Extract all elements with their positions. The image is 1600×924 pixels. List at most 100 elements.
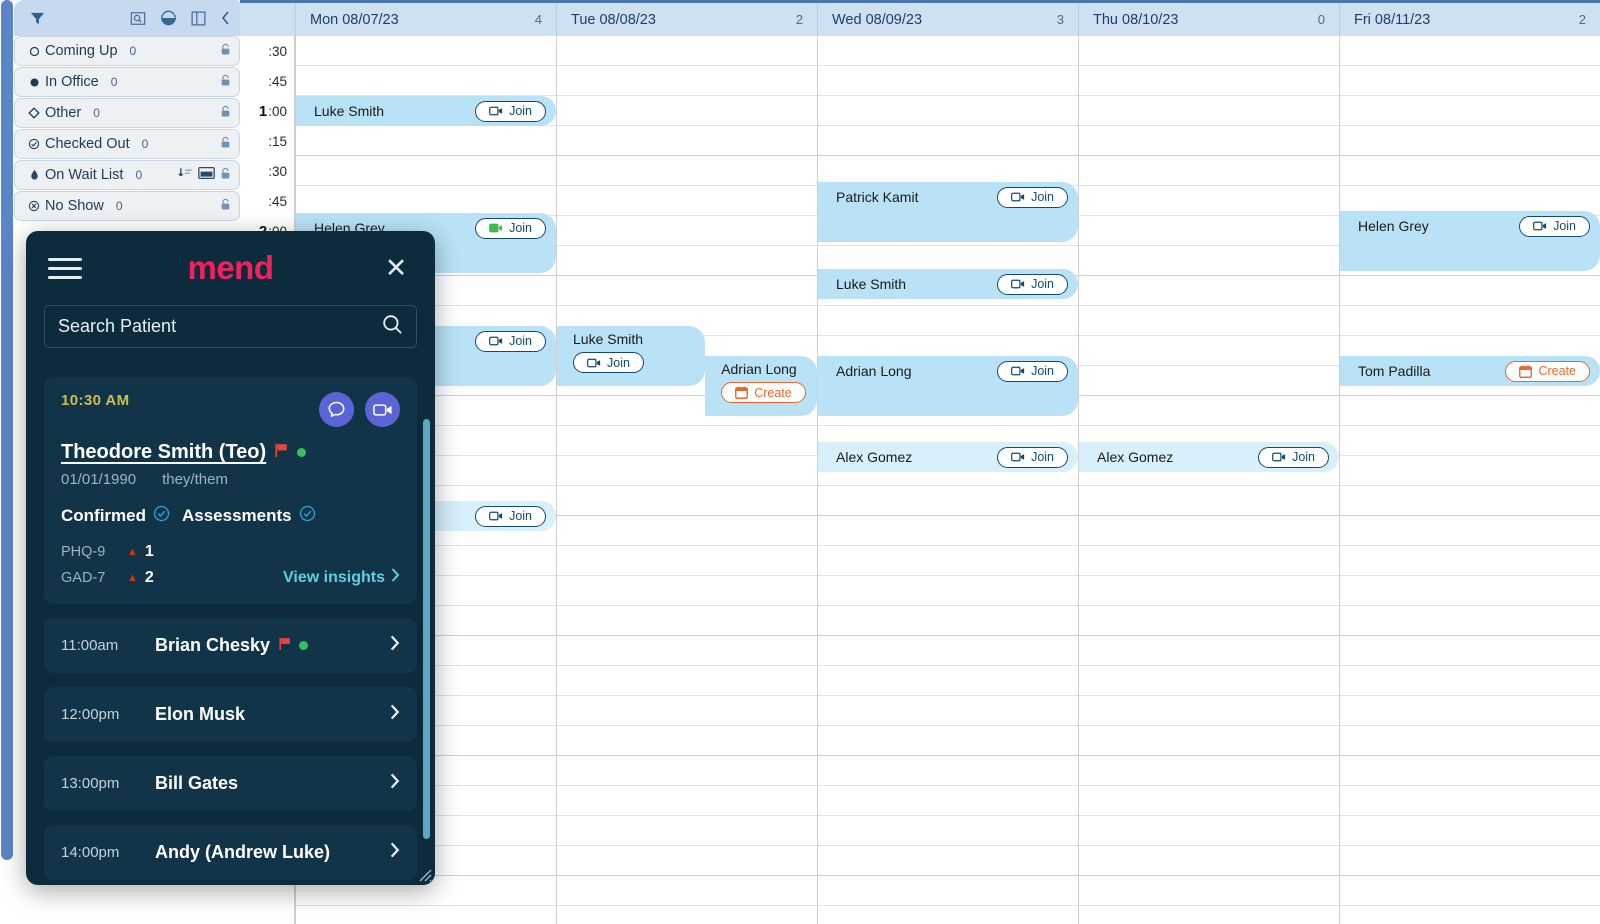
lock-icon[interactable] — [220, 167, 231, 184]
time-slot-label: :30 — [240, 156, 294, 186]
lock-icon[interactable] — [220, 136, 231, 153]
grid-line — [557, 636, 817, 666]
day-header-mon[interactable]: Mon 08/07/23 4 — [295, 3, 556, 36]
search-patient-field[interactable] — [44, 305, 417, 348]
grid-line — [1079, 606, 1339, 636]
list-item[interactable]: 13:00pm Bill Gates — [44, 756, 417, 811]
grid-line — [818, 516, 1078, 546]
create-button[interactable]: Create — [1505, 360, 1590, 382]
lock-icon[interactable] — [220, 198, 231, 215]
sidebar-item-label: Checked Out — [45, 136, 130, 152]
calendar-event[interactable]: Luke Smith Join — [557, 326, 706, 386]
join-button[interactable]: Join — [997, 186, 1068, 208]
chevron-right-icon[interactable] — [390, 842, 400, 864]
day-column-wed[interactable]: Patrick Kamit Join Luke Smith Join Adrian Lo… — [817, 36, 1078, 924]
list-item[interactable]: 12:00pm Elon Musk — [44, 687, 417, 742]
half-circle-icon[interactable] — [160, 10, 177, 26]
collapse-sidebar-button[interactable] — [212, 11, 240, 25]
grid-line — [1340, 786, 1600, 816]
day-header-tue[interactable]: Tue 08/08/23 2 — [556, 3, 817, 36]
join-button[interactable]: Join — [997, 360, 1068, 382]
hamburger-icon[interactable] — [48, 257, 82, 279]
close-icon[interactable]: ✕ — [379, 254, 413, 282]
sidebar-item-in-office[interactable]: In Office 0 — [14, 67, 240, 97]
join-button[interactable]: Join — [573, 352, 644, 373]
sidebar-item-no-show[interactable]: No Show 0 — [14, 191, 240, 221]
search-icon[interactable] — [382, 314, 403, 340]
sort-icon[interactable] — [178, 167, 193, 183]
day-header-fri[interactable]: Fri 08/11/23 2 — [1339, 3, 1600, 36]
day-header-thu[interactable]: Thu 08/10/23 0 — [1078, 3, 1339, 36]
list-item[interactable]: 11:00am Brian Chesky — [44, 618, 417, 673]
calendar-event[interactable]: Adrian Long Join — [818, 356, 1078, 416]
lock-icon[interactable] — [220, 105, 231, 122]
join-button[interactable]: Join — [997, 273, 1068, 295]
chevron-right-icon[interactable] — [390, 773, 400, 795]
status-list: Coming Up 0 In Office 0 Other 0 Checked … — [14, 36, 240, 222]
grid-line — [1079, 306, 1339, 336]
screen-icon[interactable] — [198, 166, 215, 183]
search-box-icon[interactable] — [130, 11, 146, 26]
grid-line — [1340, 606, 1600, 636]
calendar-event[interactable]: Helen Grey Join — [1340, 211, 1600, 271]
page-scrollbar-thumb[interactable] — [1, 0, 13, 860]
video-camera-icon[interactable] — [365, 392, 400, 427]
chat-bubble-icon[interactable] — [319, 392, 354, 427]
appointment-time: 14:00pm — [61, 844, 120, 861]
calendar-event[interactable]: Tom Padilla Create — [1340, 356, 1600, 386]
day-column-tue[interactable]: Luke Smith Join Adrian Long Create — [556, 36, 817, 924]
grid-line — [1079, 666, 1339, 696]
sidebar-item-label: Coming Up — [45, 43, 118, 59]
join-button[interactable]: Join — [1519, 215, 1590, 237]
join-button[interactable]: Join — [475, 217, 546, 239]
grid-line — [1340, 906, 1600, 924]
patient-pronouns: they/them — [162, 471, 228, 488]
featured-appointment-card[interactable]: 10:30 AM Theodore Smith (Teo) 01/01/1990… — [44, 377, 417, 604]
columns-icon[interactable] — [191, 10, 206, 26]
page-scrollbar[interactable] — [0, 0, 14, 924]
filter-icon[interactable] — [14, 11, 60, 26]
join-button[interactable]: Join — [475, 505, 546, 527]
list-item[interactable]: 14:00pm Andy (Andrew Luke) — [44, 825, 417, 880]
check-circle-icon — [153, 505, 170, 527]
grid-line — [557, 186, 817, 216]
create-button[interactable]: Create — [721, 382, 806, 403]
calendar-event[interactable]: Patrick Kamit Join — [818, 182, 1078, 242]
sidebar-item-on-wait-list[interactable]: On Wait List 0 — [14, 160, 240, 190]
video-camera-icon — [1011, 452, 1025, 462]
event-patient-name: Adrian Long — [836, 363, 912, 379]
resize-grip-icon[interactable] — [416, 866, 432, 882]
calendar-event[interactable]: Adrian Long Create — [705, 356, 817, 416]
sidebar-item-coming-up[interactable]: Coming Up 0 — [14, 36, 240, 66]
join-button[interactable]: Join — [475, 330, 546, 352]
grid-line — [1340, 696, 1600, 726]
sidebar-item-count: 0 — [135, 168, 143, 182]
calendar-event[interactable]: Luke Smith Join — [818, 269, 1078, 299]
lock-icon[interactable] — [220, 74, 231, 91]
calendar-event[interactable]: Alex Gomez Join — [818, 442, 1078, 472]
grid-line — [818, 846, 1078, 876]
chevron-right-icon[interactable] — [390, 704, 400, 726]
calendar-event[interactable]: Luke Smith Join — [296, 96, 556, 126]
circle-x-icon — [25, 200, 43, 212]
day-column-thu[interactable]: Alex Gomez Join — [1078, 36, 1339, 924]
grid-line — [1340, 666, 1600, 696]
vertical-scrollbar[interactable] — [423, 419, 430, 839]
sidebar-item-checked-out[interactable]: Checked Out 0 — [14, 129, 240, 159]
patient-name[interactable]: Theodore Smith (Teo) — [61, 441, 266, 464]
join-button[interactable]: Join — [1258, 446, 1329, 468]
sidebar-item-other[interactable]: Other 0 — [14, 98, 240, 128]
video-camera-icon — [1272, 452, 1286, 462]
grid-line — [557, 156, 817, 186]
lock-icon[interactable] — [220, 43, 231, 60]
calendar-event[interactable]: Alex Gomez Join — [1079, 442, 1339, 472]
search-input[interactable] — [58, 316, 382, 337]
join-button[interactable]: Join — [475, 100, 546, 122]
grid-line — [1079, 396, 1339, 426]
join-button[interactable]: Join — [997, 446, 1068, 468]
day-header-wed[interactable]: Wed 08/09/23 3 — [817, 3, 1078, 36]
view-insights-link[interactable]: View insights — [283, 568, 400, 587]
green-dot-icon — [297, 448, 307, 457]
chevron-right-icon[interactable] — [390, 635, 400, 657]
day-column-fri[interactable]: Helen Grey Join Tom Padilla Create — [1339, 36, 1600, 924]
